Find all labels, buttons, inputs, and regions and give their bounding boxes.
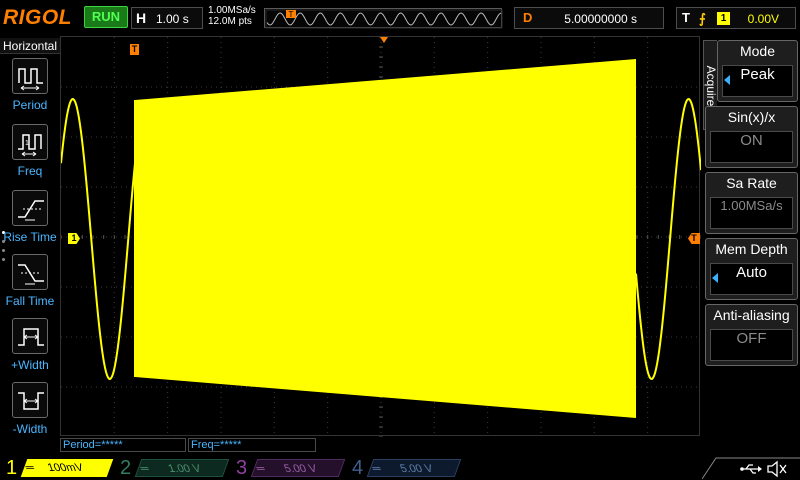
- menu-sa-rate-value: 1.00MSa/s: [710, 197, 793, 229]
- freq-readout: Freq=*****: [188, 438, 316, 452]
- timebase-value: 1.00 s: [156, 12, 189, 26]
- svg-text:1: 1: [25, 140, 29, 147]
- trigger-level: 0.00V: [747, 12, 779, 26]
- measure-freq-button[interactable]: 1 Freq: [0, 124, 60, 188]
- trigger-label: T: [682, 10, 690, 25]
- measure-neg-width-button[interactable]: -Width: [0, 382, 60, 446]
- trigger-position-marker[interactable]: T: [130, 44, 139, 55]
- menu-sa-rate-title: Sa Rate: [726, 175, 777, 191]
- channel-4-scale: 5.00 V: [398, 463, 435, 475]
- rise-time-icon: [12, 190, 48, 226]
- menu-mem-depth-title: Mem Depth: [715, 241, 788, 257]
- menu-anti-aliasing-title: Anti-aliasing: [713, 307, 790, 323]
- delay-label: D: [523, 10, 533, 25]
- select-arrow-icon: [724, 75, 730, 85]
- negative-width-icon: [12, 382, 48, 418]
- measure-rise-time-button[interactable]: Rise Time: [0, 190, 60, 254]
- memory-trigger-marker: T: [289, 10, 294, 19]
- delay-box[interactable]: D 5.00000000 s: [514, 7, 664, 29]
- run-stop-status[interactable]: RUN: [84, 6, 128, 28]
- channel-3-scale: 5.00 V: [282, 463, 319, 475]
- trigger-box[interactable]: T ⨍ 1 0.00V: [676, 7, 796, 29]
- positive-width-icon: [12, 318, 48, 354]
- speaker-muted-icon[interactable]: [767, 460, 787, 478]
- frequency-icon: 1: [12, 124, 48, 160]
- trigger-center-marker: [380, 37, 388, 43]
- channel-bar: 1 ═ 100mV 2 ═ 1.00 V 3 ═ 5.00 V 4 ═ 5.00…: [0, 456, 800, 480]
- menu-anti-aliasing-value: OFF: [710, 329, 793, 361]
- sample-info: 1.00MSa/s 12.0M pts: [208, 5, 256, 27]
- menu-mem-depth-value: Auto: [710, 263, 793, 295]
- measure-label: +Width: [11, 358, 49, 372]
- measure-label: -Width: [12, 422, 48, 436]
- trigger-source: 1: [717, 12, 730, 25]
- menu-sa-rate[interactable]: Sa Rate 1.00MSa/s: [705, 172, 798, 234]
- measure-label: Fall Time: [5, 294, 55, 308]
- rigol-logo: RIGOL: [3, 6, 72, 29]
- measure-label: Freq: [17, 164, 43, 178]
- ch1-trace-band: [135, 59, 636, 418]
- graticule-grid: [61, 37, 701, 437]
- waveform-display[interactable]: [60, 36, 701, 437]
- channel-2-box: ═ 1.00 V: [134, 459, 230, 477]
- menu-sinx-title: Sin(x)/x: [727, 109, 776, 125]
- horizontal-label: H: [136, 10, 147, 26]
- period-icon: [12, 58, 48, 94]
- channel-2-number: 2: [120, 457, 132, 479]
- measure-pos-width-button[interactable]: +Width: [0, 318, 60, 382]
- memory-points: 12.0M pts: [208, 16, 252, 27]
- rising-edge-icon: ⨍: [699, 11, 706, 26]
- measure-fall-time-button[interactable]: Fall Time: [0, 254, 60, 318]
- measure-period-button[interactable]: Period: [0, 58, 60, 122]
- channel-4-box: ═ 5.00 V: [366, 459, 462, 477]
- memory-overview-strip[interactable]: T: [264, 8, 503, 29]
- measure-category-title[interactable]: Horizontal: [0, 38, 60, 54]
- delay-value: 5.00000000 s: [564, 12, 637, 26]
- channel-1-scale: 100mV: [46, 462, 86, 474]
- channel-1-box: ═ 100mV: [20, 459, 114, 477]
- channel-2[interactable]: 2 ═ 1.00 V: [116, 456, 231, 480]
- dc-coupling-icon: ═: [254, 463, 267, 475]
- timebase-box[interactable]: H 1.00 s: [131, 7, 203, 29]
- sample-rate: 1.00MSa/s: [208, 5, 256, 16]
- dc-coupling-icon: ═: [370, 463, 383, 475]
- status-icons: [701, 456, 800, 480]
- menu-sinx-value: ON: [710, 131, 793, 163]
- period-readout: Period=*****: [60, 438, 186, 452]
- channel-4-number: 4: [352, 457, 364, 479]
- dc-coupling-icon: ═: [23, 462, 37, 474]
- channel-3[interactable]: 3 ═ 5.00 V: [232, 456, 347, 480]
- top-status-bar: RIGOL RUN H 1.00 s 1.00MSa/s 12.0M pts T…: [0, 0, 800, 36]
- menu-mode-value: Peak: [722, 65, 793, 97]
- measure-label: Rise Time: [3, 230, 57, 244]
- channel-3-box: ═ 5.00 V: [250, 459, 346, 477]
- channel-1-number: 1: [6, 457, 18, 479]
- select-arrow-icon: [712, 273, 718, 283]
- menu-sinx[interactable]: Sin(x)/x ON: [705, 106, 798, 168]
- menu-mode[interactable]: Mode Peak: [717, 40, 798, 102]
- acquire-menu: Acquire Mode Peak Sin(x)/x ON Sa Rate 1.…: [703, 40, 800, 370]
- channel-4[interactable]: 4 ═ 5.00 V: [348, 456, 463, 480]
- menu-mode-title: Mode: [739, 43, 776, 59]
- menu-mem-depth[interactable]: Mem Depth Auto: [705, 238, 798, 300]
- channel-3-number: 3: [236, 457, 248, 479]
- dc-coupling-icon: ═: [138, 463, 151, 475]
- fall-time-icon: [12, 254, 48, 290]
- usb-icon: [740, 464, 762, 474]
- menu-anti-aliasing[interactable]: Anti-aliasing OFF: [705, 304, 798, 366]
- channel-1[interactable]: 1 ═ 100mV: [0, 456, 115, 480]
- channel-2-scale: 1.00 V: [166, 463, 203, 475]
- measure-panel: Horizontal Period 1 Freq Rise Time Fall …: [0, 36, 60, 456]
- memory-overview-waveform: T: [265, 9, 503, 29]
- measure-label: Period: [12, 98, 48, 112]
